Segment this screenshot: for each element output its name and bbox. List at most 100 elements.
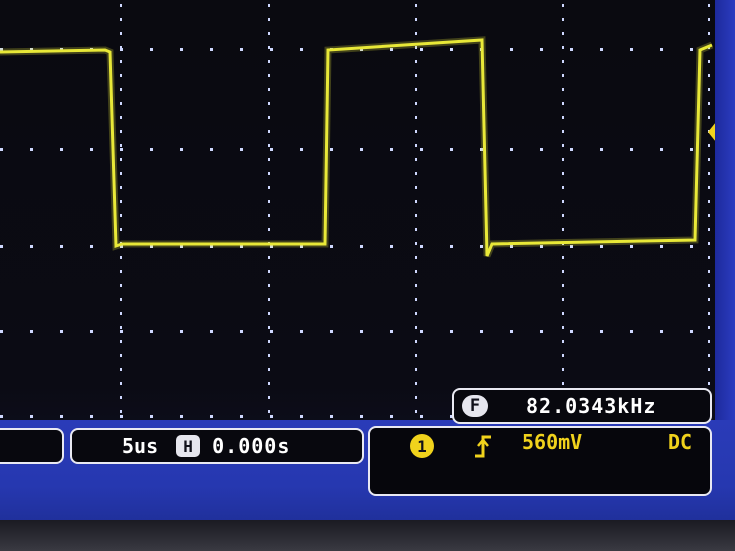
grid-dot xyxy=(60,415,63,418)
grid-dot xyxy=(660,330,663,333)
grid-dot xyxy=(562,270,564,273)
grid-dot xyxy=(630,330,633,333)
grid-dot xyxy=(415,410,417,413)
grid-dot xyxy=(708,382,710,385)
grid-dot xyxy=(120,354,122,357)
grid-dot xyxy=(268,88,270,91)
grid-dot xyxy=(300,48,303,51)
grid-dot xyxy=(30,330,33,333)
grid-dot xyxy=(120,284,122,287)
grid-dot xyxy=(415,242,417,245)
grid-dot xyxy=(510,330,513,333)
horizontal-badge: H xyxy=(176,435,201,457)
grid-dot xyxy=(268,32,270,35)
grid-dot xyxy=(390,148,393,151)
grid-dot xyxy=(90,148,93,151)
grid-dot xyxy=(0,415,3,418)
grid-dot xyxy=(540,148,543,151)
grid-dot xyxy=(562,74,564,77)
trigger-coupling: DC xyxy=(668,430,693,454)
grid-dot xyxy=(120,32,122,35)
grid-dot xyxy=(268,312,270,315)
grid-dot xyxy=(270,330,273,333)
grid-dot xyxy=(708,312,710,315)
grid-dot xyxy=(420,330,423,333)
grid-dot xyxy=(120,330,123,333)
grid-dot xyxy=(415,368,417,371)
grid-dot xyxy=(415,396,417,399)
grid-dot xyxy=(708,340,710,343)
grid-dot xyxy=(360,148,363,151)
grid-dot xyxy=(600,48,603,51)
grid-dot xyxy=(690,330,693,333)
channel1-trace xyxy=(0,38,713,257)
grid-dot xyxy=(268,270,270,273)
grid-dot xyxy=(415,298,417,301)
grid-dot xyxy=(562,200,564,203)
oscilloscope-screen: F 82.0343kHz 5us H 0.000s 1 560mV DC xyxy=(0,0,735,551)
grid-dot xyxy=(415,228,417,231)
grid-dot xyxy=(300,148,303,151)
grid-dot xyxy=(268,214,270,217)
grid-dot xyxy=(562,102,564,105)
grid-dot xyxy=(562,60,564,63)
grid-dot xyxy=(120,410,122,413)
grid-dot xyxy=(570,148,573,151)
grid-dot xyxy=(708,270,710,273)
grid-dot xyxy=(360,415,363,418)
grid-dot xyxy=(268,4,270,7)
horizontal-position: 0.000s xyxy=(212,434,291,458)
grid-dot xyxy=(562,158,564,161)
grid-dot xyxy=(708,284,710,287)
grid-dot xyxy=(708,228,710,231)
grid-dot xyxy=(120,382,122,385)
grid-dot xyxy=(562,4,564,7)
grid-dot xyxy=(420,48,423,51)
grid-dot xyxy=(415,214,417,217)
grid-dot xyxy=(210,48,213,51)
grid-dot xyxy=(630,48,633,51)
grid-dot xyxy=(708,60,710,63)
grid-dot xyxy=(708,298,710,301)
grid-dot xyxy=(360,330,363,333)
graticule-grid xyxy=(0,4,710,418)
grid-dot xyxy=(660,245,663,248)
grid-dot xyxy=(708,186,710,189)
grid-dot xyxy=(562,186,564,189)
grid-dot xyxy=(268,410,270,413)
grid-dot xyxy=(562,326,564,329)
grid-dot xyxy=(268,186,270,189)
grid-dot xyxy=(540,48,543,51)
grid-dot xyxy=(708,18,710,21)
grid-dot xyxy=(562,18,564,21)
grid-dot xyxy=(240,148,243,151)
grid-dot xyxy=(562,116,564,119)
grid-dot xyxy=(120,102,122,105)
grid-dot xyxy=(562,172,564,175)
grid-dot xyxy=(268,382,270,385)
grid-dot xyxy=(708,368,710,371)
grid-dot xyxy=(120,88,122,91)
grid-dot xyxy=(90,415,93,418)
grid-dot xyxy=(150,415,153,418)
grid-dot xyxy=(120,144,122,147)
grid-dot xyxy=(390,245,393,248)
grid-dot xyxy=(690,245,693,248)
grid-dot xyxy=(330,330,333,333)
grid-dot xyxy=(268,60,270,63)
grid-dot xyxy=(330,245,333,248)
grid-dot xyxy=(415,200,417,203)
grid-dot xyxy=(90,330,93,333)
grid-dot xyxy=(415,18,417,21)
grid-dot xyxy=(660,48,663,51)
grid-dot xyxy=(240,415,243,418)
grid-dot xyxy=(120,148,123,151)
frequency-readout: F 82.0343kHz xyxy=(452,388,712,424)
grid-dot xyxy=(268,158,270,161)
grid-dot xyxy=(240,48,243,51)
grid-dot xyxy=(415,158,417,161)
grid-dot xyxy=(415,116,417,119)
grid-dot xyxy=(268,340,270,343)
grid-dot xyxy=(120,214,122,217)
grid-dot xyxy=(450,330,453,333)
